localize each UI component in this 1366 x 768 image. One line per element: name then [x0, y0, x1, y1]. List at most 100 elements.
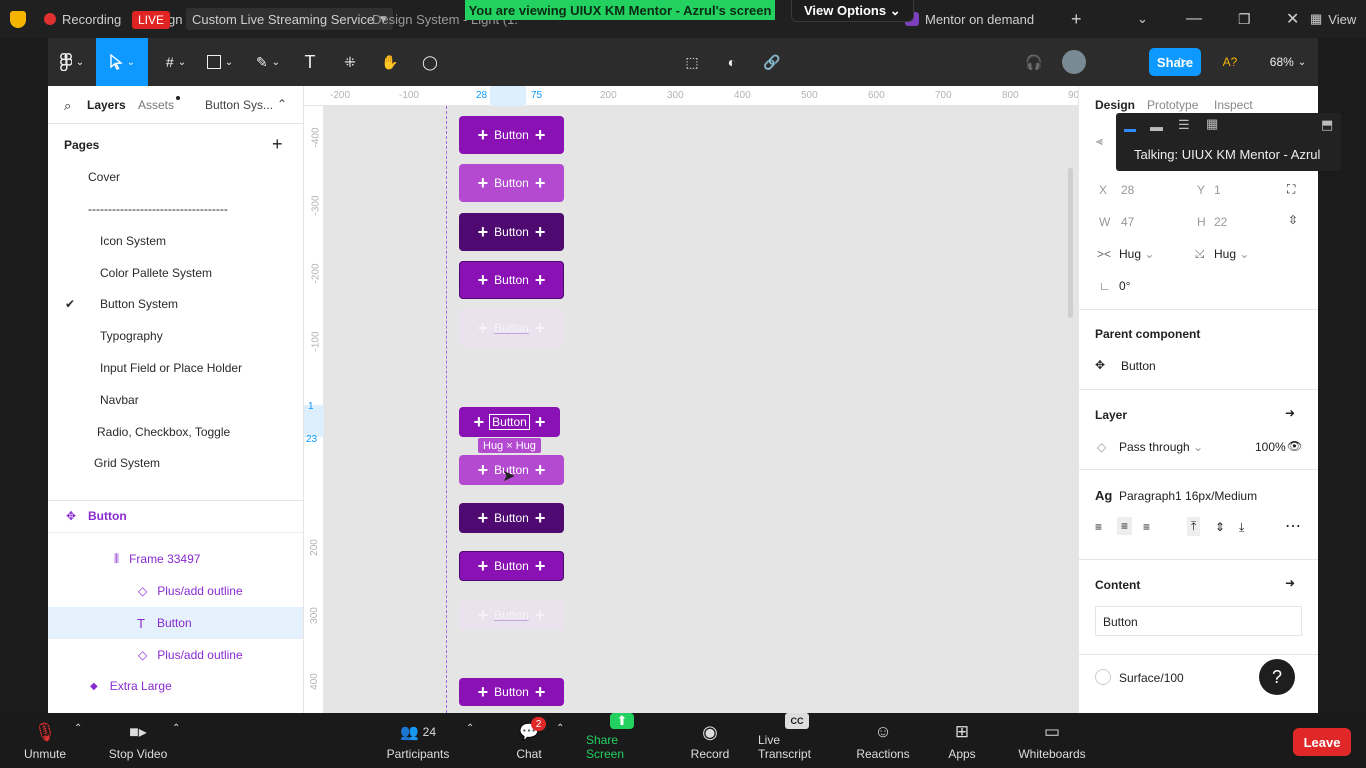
layer-plus-outline[interactable]: ◇ Plus/add outline — [48, 639, 303, 671]
shape-tool-icon[interactable]: ⌄ — [200, 38, 240, 86]
layer-component-button[interactable]: ✥ Button — [48, 500, 303, 532]
search-icon[interactable]: ⌕ — [64, 98, 71, 114]
go-to-icon[interactable]: ➜ — [1285, 576, 1295, 590]
apps-button[interactable]: ⊞ Apps — [946, 713, 978, 768]
component-icon[interactable]: ⬚ — [678, 38, 706, 86]
button-variant[interactable]: + Button + — [459, 213, 564, 251]
zoom-level[interactable]: 68% ⌄ — [1260, 38, 1316, 86]
button-variant-disabled[interactable]: + Button + — [459, 600, 564, 630]
record-button[interactable]: ◉ Record — [690, 713, 730, 768]
content-input[interactable]: Button — [1095, 606, 1302, 636]
page-typography[interactable]: Typography — [100, 329, 163, 343]
tab-layers[interactable]: Layers — [87, 98, 126, 112]
tab-prototype[interactable]: Prototype — [1147, 98, 1198, 112]
hug-width-select[interactable]: Hug ⌄ — [1119, 247, 1154, 261]
align-left-icon[interactable]: ⫷ — [1096, 134, 1103, 149]
parent-name[interactable]: Button — [1121, 359, 1156, 373]
new-tab-icon[interactable]: + — [1071, 0, 1082, 38]
button-variant-selected[interactable]: + Button + — [459, 407, 560, 437]
vertical-scrollbar[interactable] — [1068, 168, 1073, 318]
layer-text-button[interactable]: T Button — [48, 607, 303, 639]
button-variant[interactable]: + Button + — [459, 164, 564, 202]
thumbnail-icon[interactable]: ▬ — [1150, 119, 1163, 134]
participants-button[interactable]: 👥 24 Participants — [384, 713, 452, 768]
text-style-name[interactable]: Paragraph1 16px/Medium — [1119, 489, 1257, 503]
figma-menu-icon[interactable]: ⌄ — [48, 38, 96, 86]
button-variant-disabled[interactable]: + Button + — [459, 309, 564, 347]
chevron-up-icon[interactable]: ⌃ — [466, 723, 474, 734]
tab-assets[interactable]: Assets — [138, 98, 174, 112]
page-color-pallete[interactable]: Color Pallete System — [100, 266, 212, 280]
exit-view-icon[interactable]: ⬒ — [1321, 117, 1333, 133]
chevron-up-icon[interactable]: ⌃ — [172, 723, 180, 734]
headphones-icon[interactable]: 🎧 — [1020, 38, 1048, 86]
minimize-icon[interactable]: — — [1186, 0, 1202, 38]
align-right-icon[interactable]: ≡ — [1143, 520, 1150, 534]
whiteboards-button[interactable]: ▭ Whiteboards — [1016, 713, 1088, 768]
chevron-up-icon[interactable]: ⌃ — [556, 723, 564, 734]
page-input-field[interactable]: Input Field or Place Holder — [100, 361, 242, 375]
tab-design[interactable]: Design — [1095, 98, 1135, 112]
button-variant[interactable]: + Button + — [459, 116, 564, 154]
unmute-button[interactable]: 🎙 Unmute — [22, 713, 68, 768]
layer-plus-outline[interactable]: ◇ Plus/add outline — [48, 575, 303, 607]
align-center-icon[interactable]: ≡ — [1117, 517, 1133, 535]
comment-tool-icon[interactable]: ◯ — [416, 38, 444, 86]
align-left-icon[interactable]: ≡ — [1095, 520, 1102, 534]
more-icon[interactable]: ⋯ — [1285, 516, 1301, 536]
add-page-icon[interactable]: + — [272, 134, 283, 155]
align-top-icon[interactable]: ⤒ — [1187, 517, 1201, 536]
design-canvas[interactable]: + Button + + Button + + Button + + Button + + But… — [324, 106, 1078, 713]
page-cover[interactable]: Cover — [88, 170, 120, 184]
layer-extra-large[interactable]: ◆ Extra Large — [48, 670, 303, 702]
view-options-button[interactable]: View Options ⌄ — [791, 0, 914, 22]
x-input[interactable]: 28 — [1121, 183, 1134, 197]
share-screen-button[interactable]: ⬆ Share Screen — [586, 713, 658, 768]
tab-page-name[interactable]: Button Sys... — [205, 98, 273, 112]
hand-tool-icon[interactable]: ✋ — [376, 38, 404, 86]
page-button-system[interactable]: Button System — [100, 297, 178, 311]
link-icon[interactable]: 🔗 — [758, 38, 786, 86]
page-divider[interactable]: ----------------------------------- — [88, 202, 228, 216]
button-variant[interactable]: + Button + — [459, 678, 564, 706]
strip-icon[interactable]: ☰ — [1178, 117, 1190, 133]
fill-swatch[interactable] — [1095, 669, 1111, 685]
reactions-button[interactable]: ☺ Reactions — [856, 713, 910, 768]
h-input[interactable]: 22 — [1214, 215, 1227, 229]
move-tool-icon[interactable]: ⌄ — [96, 38, 148, 86]
lock-ratio-icon[interactable]: ⇳ — [1288, 213, 1298, 227]
close-icon[interactable]: ✕ — [1286, 0, 1299, 38]
button-variant[interactable]: + Button + — [459, 551, 564, 581]
live-transcript-button[interactable]: CC Live Transcript — [758, 713, 836, 768]
page-radio[interactable]: Radio, Checkbox, Toggle — [97, 425, 230, 439]
pen-tool-icon[interactable]: ✎ ⌄ — [248, 38, 288, 86]
hug-height-select[interactable]: Hug ⌄ — [1214, 247, 1249, 261]
chevron-up-icon[interactable]: ⌃ — [277, 97, 287, 111]
button-variant[interactable]: + Button + — [459, 261, 564, 299]
tab-list-icon[interactable]: ⌄ — [1137, 0, 1148, 38]
page-navbar[interactable]: Navbar — [100, 393, 139, 407]
font-check[interactable]: A? — [1216, 38, 1244, 86]
restore-icon[interactable]: ❐ — [1238, 0, 1251, 38]
stop-video-button[interactable]: ■▸ Stop Video — [106, 713, 170, 768]
y-input[interactable]: 1 — [1214, 183, 1221, 197]
gallery-icon[interactable]: ▦ — [1206, 116, 1218, 132]
view-button[interactable]: ▦ View — [1310, 0, 1356, 38]
opacity-input[interactable]: 100% — [1255, 440, 1286, 454]
resources-tool-icon[interactable]: ⁜ — [336, 38, 364, 86]
go-to-icon[interactable]: ➜ — [1285, 406, 1295, 420]
chevron-up-icon[interactable]: ⌃ — [74, 723, 82, 734]
button-variant[interactable]: + Button + — [459, 503, 564, 533]
tab-inspect[interactable]: Inspect — [1214, 98, 1253, 112]
eye-icon[interactable]: 👁 — [1287, 439, 1302, 453]
avatar[interactable] — [1060, 38, 1088, 86]
w-input[interactable]: 47 — [1121, 215, 1134, 229]
leave-button[interactable]: Leave — [1293, 728, 1351, 756]
speaker-view-icon[interactable] — [1124, 129, 1136, 132]
help-button[interactable]: ? — [1259, 659, 1295, 695]
fill-name[interactable]: Surface/100 — [1119, 671, 1184, 685]
constraints-icon[interactable]: ⛶ — [1287, 182, 1295, 197]
blend-select[interactable]: Pass through ⌄ — [1119, 440, 1203, 454]
contrast-icon[interactable]: ◐ — [718, 38, 746, 86]
align-bottom-icon[interactable]: ⤓ — [1239, 520, 1244, 535]
